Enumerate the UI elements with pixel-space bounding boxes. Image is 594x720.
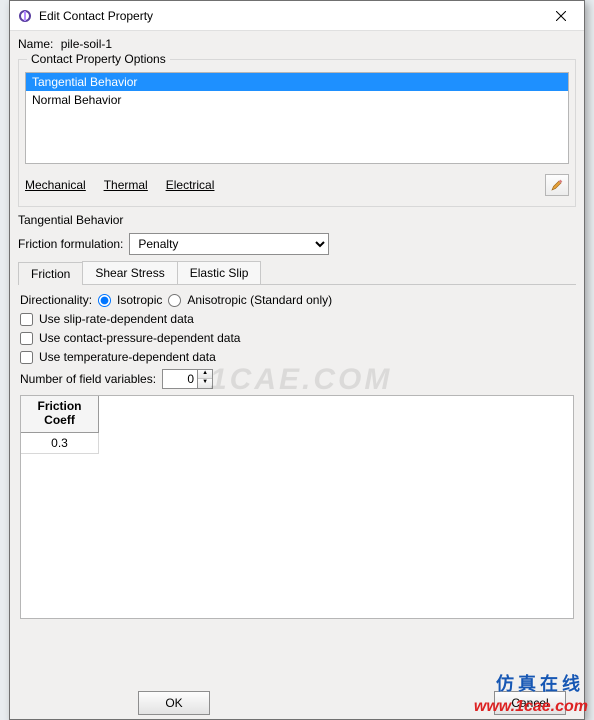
option-normal-behavior[interactable]: Normal Behavior [26,91,568,109]
friction-formulation-select[interactable]: Penalty [129,233,329,255]
check-temperature[interactable] [20,351,33,364]
friction-coeff-table: Friction Coeff 0.3 [20,395,574,619]
option-tangential-behavior[interactable]: Tangential Behavior [26,73,568,91]
edit-button[interactable] [545,174,569,196]
spinner-down[interactable]: ▼ [198,379,212,388]
field-vars-input[interactable] [163,370,197,388]
tab-shear-stress[interactable]: Shear Stress [82,261,177,284]
dialog-client: Name: pile-soil-1 Contact Property Optio… [10,31,584,719]
friction-coeff-header: Friction Coeff [21,396,99,433]
close-button[interactable] [538,1,584,31]
friction-formulation-row: Friction formulation: Penalty [18,233,576,255]
field-vars-spinner: ▲ ▼ [162,369,213,389]
property-menu-row: Mechanical Thermal Electrical [25,172,569,198]
pencil-icon [550,178,564,192]
dialog-window: Edit Contact Property Name: pile-soil-1 … [9,0,585,720]
field-vars-label: Number of field variables: [20,372,156,386]
check-contact-pressure[interactable] [20,332,33,345]
options-list[interactable]: Tangential Behavior Normal Behavior [25,72,569,164]
options-fieldset: Contact Property Options Tangential Beha… [18,59,576,207]
check-temperature-label: Use temperature-dependent data [39,350,216,364]
dialog-buttons: OK Cancel [10,691,584,719]
tab-friction-body: Directionality: Isotropic Anisotropic (S… [18,285,576,627]
tab-friction[interactable]: Friction [18,262,83,285]
friction-formulation-label: Friction formulation: [18,237,123,251]
name-label: Name: [18,37,53,51]
directionality-label: Directionality: [20,293,92,307]
title-bar: Edit Contact Property [10,1,584,31]
options-legend: Contact Property Options [27,52,170,66]
radio-isotropic-label: Isotropic [117,293,162,307]
name-row: Name: pile-soil-1 [18,37,576,51]
friction-coeff-cell[interactable]: 0.3 [21,433,99,454]
radio-anisotropic[interactable] [168,294,181,307]
name-value: pile-soil-1 [61,37,112,51]
radio-anisotropic-label: Anisotropic (Standard only) [187,293,332,307]
tab-elastic-slip[interactable]: Elastic Slip [177,261,262,284]
check-contact-pressure-label: Use contact-pressure-dependent data [39,331,240,345]
panel-title: Tangential Behavior [18,213,576,227]
check-slip-rate-label: Use slip-rate-dependent data [39,312,194,326]
check-slip-rate[interactable] [20,313,33,326]
app-icon [17,8,33,24]
friction-tabs: Friction Shear Stress Elastic Slip [18,261,576,285]
menu-thermal[interactable]: Thermal [104,178,148,192]
directionality-row: Directionality: Isotropic Anisotropic (S… [20,293,574,307]
menu-electrical[interactable]: Electrical [166,178,215,192]
radio-isotropic[interactable] [98,294,111,307]
ok-button[interactable]: OK [138,691,210,715]
cancel-button[interactable]: Cancel [494,691,566,715]
menu-mechanical[interactable]: Mechanical [25,178,86,192]
tangential-behavior-panel: Tangential Behavior Friction formulation… [18,213,576,627]
spinner-up[interactable]: ▲ [198,370,212,379]
field-vars-row: Number of field variables: ▲ ▼ [20,369,574,389]
window-title: Edit Contact Property [39,9,538,23]
close-icon [556,11,566,21]
